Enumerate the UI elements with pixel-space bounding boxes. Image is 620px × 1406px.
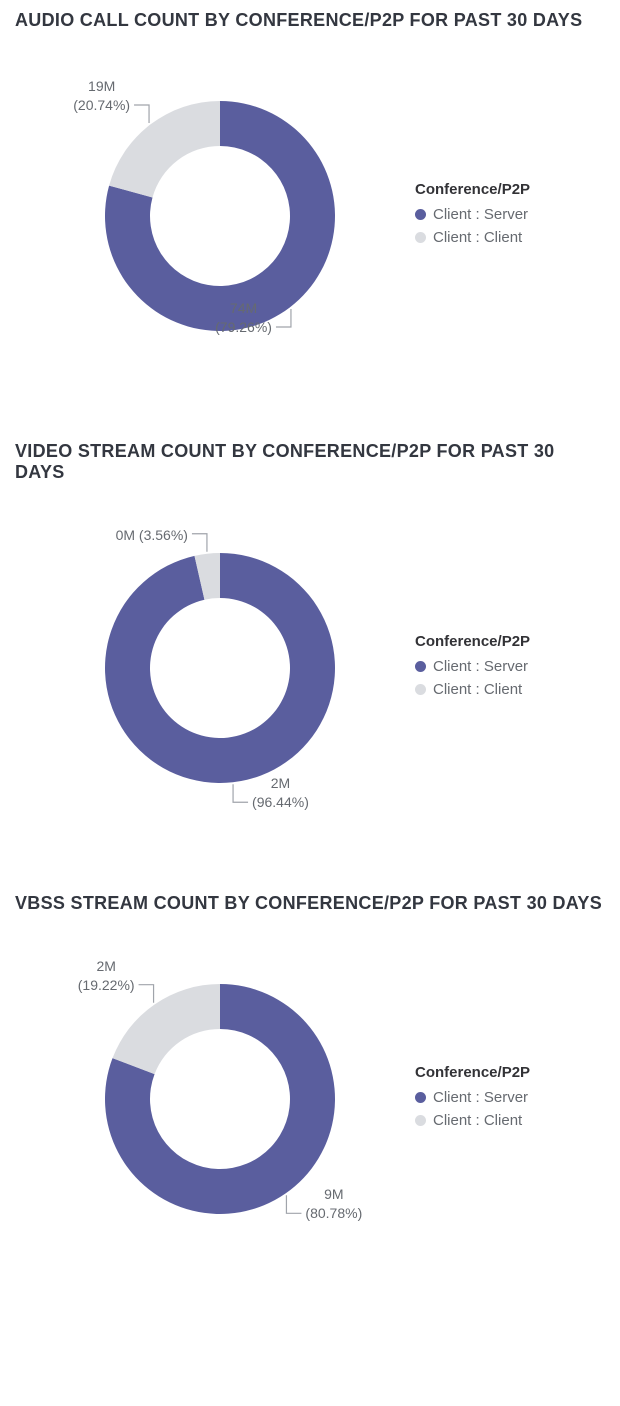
legend-label: Client : Server bbox=[433, 658, 528, 675]
legend-swatch-icon bbox=[415, 232, 426, 243]
chart-legend: Conference/P2P Client : Server Client : Cl… bbox=[415, 1064, 605, 1135]
legend-title: Conference/P2P bbox=[415, 1064, 605, 1081]
chart-title: AUDIO CALL COUNT BY CONFERENCE/P2P FOR P… bbox=[15, 10, 605, 31]
slice-data-label: 74M(79.26%) bbox=[215, 299, 272, 337]
chart-title: VIDEO STREAM COUNT BY CONFERENCE/P2P FOR… bbox=[15, 441, 605, 483]
slice-data-label: 9M(80.78%) bbox=[305, 1185, 362, 1223]
legend-label: Client : Client bbox=[433, 229, 522, 246]
chart-row: 74M(79.26%) 19M(20.74%) Conference/P2P Clie… bbox=[15, 51, 605, 381]
legend-swatch-icon bbox=[415, 684, 426, 695]
donut-slice bbox=[109, 101, 220, 197]
legend-swatch-icon bbox=[415, 1092, 426, 1103]
chart-row: 9M(80.78%) 2M(19.22%) Conference/P2P Client… bbox=[15, 934, 605, 1264]
legend-item: Client : Server bbox=[415, 1089, 605, 1106]
legend-swatch-icon bbox=[415, 661, 426, 672]
legend-item: Client : Client bbox=[415, 1112, 605, 1129]
chart-area: 74M(79.26%) 19M(20.74%) bbox=[15, 51, 415, 381]
chart-area: 9M(80.78%) 2M(19.22%) bbox=[15, 934, 415, 1264]
legend-label: Client : Client bbox=[433, 681, 522, 698]
donut-chart bbox=[15, 503, 415, 833]
chart-panel: VIDEO STREAM COUNT BY CONFERENCE/P2P FOR… bbox=[0, 431, 620, 883]
chart-legend: Conference/P2P Client : Server Client : Cl… bbox=[415, 181, 605, 252]
legend-item: Client : Client bbox=[415, 229, 605, 246]
legend-title: Conference/P2P bbox=[415, 181, 605, 198]
chart-title: VBSS STREAM COUNT BY CONFERENCE/P2P FOR … bbox=[15, 893, 605, 914]
legend-label: Client : Client bbox=[433, 1112, 522, 1129]
chart-row: 2M(96.44%) 0M (3.56%) Conference/P2P Client… bbox=[15, 503, 605, 833]
legend-title: Conference/P2P bbox=[415, 633, 605, 650]
legend-item: Client : Server bbox=[415, 658, 605, 675]
slice-data-label: 2M(19.22%) bbox=[78, 957, 135, 995]
chart-legend: Conference/P2P Client : Server Client : Cl… bbox=[415, 633, 605, 704]
legend-label: Client : Server bbox=[433, 1089, 528, 1106]
chart-panel: AUDIO CALL COUNT BY CONFERENCE/P2P FOR P… bbox=[0, 0, 620, 431]
legend-label: Client : Server bbox=[433, 206, 528, 223]
legend-swatch-icon bbox=[415, 209, 426, 220]
chart-area: 2M(96.44%) 0M (3.56%) bbox=[15, 503, 415, 833]
slice-data-label: 2M(96.44%) bbox=[252, 774, 309, 812]
legend-swatch-icon bbox=[415, 1115, 426, 1126]
slice-data-label: 0M (3.56%) bbox=[116, 526, 188, 545]
legend-item: Client : Server bbox=[415, 206, 605, 223]
slice-data-label: 19M(20.74%) bbox=[73, 77, 130, 115]
chart-panel: VBSS STREAM COUNT BY CONFERENCE/P2P FOR … bbox=[0, 883, 620, 1314]
donut-slice bbox=[113, 984, 220, 1074]
legend-item: Client : Client bbox=[415, 681, 605, 698]
